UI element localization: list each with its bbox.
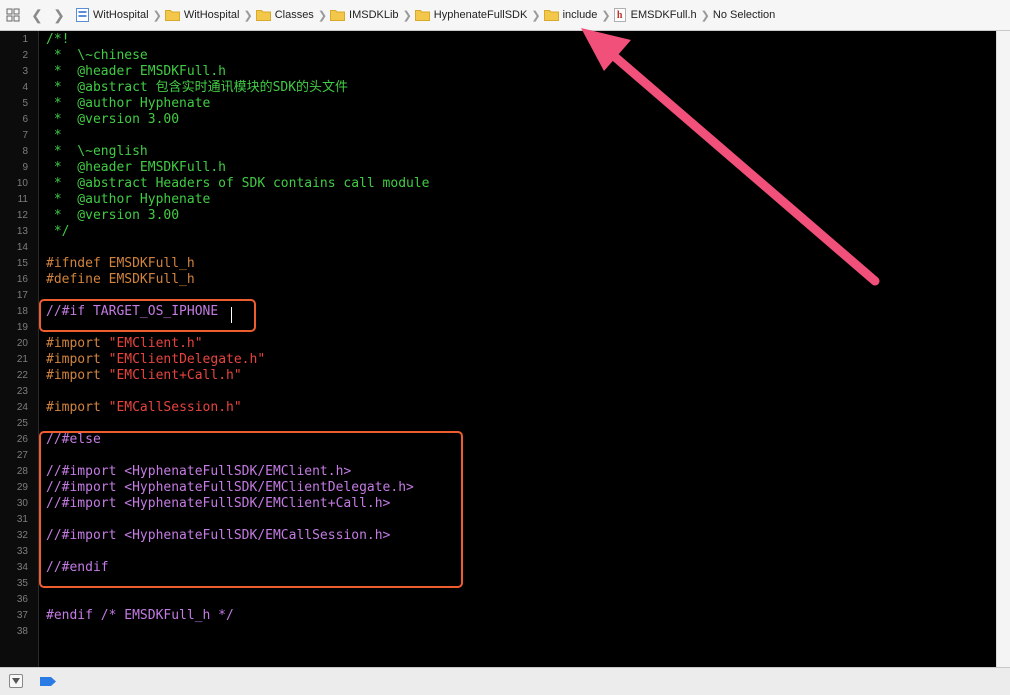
breadcrumb-label: Classes [274,9,314,21]
code-text: /*! [46,32,70,47]
code-text: * @header EMSDKFull.h [46,160,227,175]
highlight-box-else-imports [39,431,463,588]
line-number: 16 [16,274,28,285]
folder-icon [543,10,559,21]
breakpoints-icon[interactable] [40,677,56,686]
line-number: 15 [16,258,28,269]
project-icon [76,8,89,22]
hide-debug-area-icon[interactable] [9,674,23,688]
chevron-right-icon: ❯ [152,9,162,22]
code-text: * @abstract 包含实时通讯模块的SDK的头文件 [46,80,349,95]
folder-icon [255,10,271,21]
line-number: 37 [16,610,28,621]
chevron-right-icon: ❯ [700,9,710,22]
line-number: 6 [22,114,28,125]
line-number: 2 [22,50,28,61]
breadcrumb-item[interactable]: include [543,9,601,21]
code-text: #endif /* EMSDKFull_h */ [46,608,234,623]
code-text: */ [46,224,70,239]
code-text: #ifndef EMSDKFull_h [46,256,195,271]
code-text: * \~english [46,144,148,159]
line-number: 17 [16,290,28,301]
line-number: 10 [16,178,28,189]
line-number: 34 [16,562,28,573]
line-number: 35 [16,578,28,589]
breadcrumb-label: EMSDKFull.h [630,9,697,21]
code-text: * @version 3.00 [46,112,180,127]
breadcrumb-label: IMSDKLib [349,9,399,21]
jump-bar: ❮ ❯ WitHospital ❯ WitHospital ❯ Classes ❯ IMSD… [0,0,1010,31]
line-number: 14 [16,242,28,253]
line-number: 32 [16,530,28,541]
folder-icon [330,10,346,21]
breadcrumb-item[interactable]: No Selection [713,9,778,21]
line-number: 33 [16,546,28,557]
breadcrumb-label: HyphenateFullSDK [433,9,528,21]
line-number: 8 [22,146,28,157]
breadcrumb-item[interactable]: h EMSDKFull.h [613,8,700,22]
breadcrumb-item[interactable]: Classes [255,9,317,21]
line-number: 38 [16,626,28,637]
line-number: 4 [22,82,28,93]
line-number: 29 [16,482,28,493]
line-number: 21 [16,354,28,365]
highlight-box-if-target [39,299,256,332]
line-number: 11 [17,194,28,205]
line-number: 3 [22,66,28,77]
breadcrumb-label: WitHospital [93,9,149,21]
code-text: * [46,128,62,143]
line-number: 12 [16,210,28,221]
breadcrumb-item[interactable]: WitHospital [164,9,243,21]
code-text: * @version 3.00 [46,208,180,223]
line-number: 28 [16,466,28,477]
code-text: * @header EMSDKFull.h [46,64,227,79]
chevron-right-icon: ❯ [402,9,412,22]
breadcrumb-item[interactable]: HyphenateFullSDK [414,9,531,21]
chevron-right-icon: ❯ [531,9,541,22]
vertical-scrollbar[interactable] [996,31,1010,667]
line-number: 18 [16,306,28,317]
code-text: #import "EMClientDelegate.h" [46,352,266,367]
breadcrumb-label: WitHospital [183,9,240,21]
chevron-left-icon[interactable]: ❮ [26,0,48,30]
line-number: 36 [16,594,28,605]
line-number: 24 [16,402,28,413]
line-number: 31 [16,514,28,525]
header-file-icon: h [613,8,626,22]
chevron-right-icon: ❯ [243,9,253,22]
line-number: 7 [22,130,28,141]
grid-icon[interactable] [0,0,26,30]
line-number: 19 [16,322,28,333]
code-text: * \~chinese [46,48,148,63]
line-number: 30 [16,498,28,509]
line-number: 22 [16,370,28,381]
folder-icon [164,10,180,21]
breadcrumb-item[interactable]: IMSDKLib [330,9,402,21]
line-number: 20 [16,338,28,349]
breadcrumb-item[interactable]: WitHospital [76,8,152,22]
line-number: 25 [16,418,28,429]
code-text: #import "EMClient.h" [46,336,203,351]
breadcrumb-label: include [562,9,598,21]
line-number: 26 [16,434,28,445]
line-number: 1 [22,34,28,45]
chevron-right-icon[interactable]: ❯ [48,0,70,30]
folder-icon [414,10,430,21]
line-number: 23 [16,386,28,397]
code-text: * @abstract Headers of SDK contains call… [46,176,430,191]
debug-bar [0,667,1010,695]
chevron-right-icon: ❯ [601,9,611,22]
chevron-right-icon: ❯ [317,9,328,22]
line-number: 9 [22,162,28,173]
code-text: #import "EMClient+Call.h" [46,368,242,383]
line-number: 13 [16,226,28,237]
code-text: * @author Hyphenate [46,96,211,111]
code-text: #import "EMCallSession.h" [46,400,242,415]
line-number: 27 [16,450,28,461]
line-number: 5 [22,98,28,109]
code-text: #define EMSDKFull_h [46,272,195,287]
code-text: * @author Hyphenate [46,192,211,207]
breadcrumb: WitHospital ❯ WitHospital ❯ Classes ❯ IMSDKLib… [76,8,778,22]
breadcrumb-label: No Selection [712,9,776,21]
